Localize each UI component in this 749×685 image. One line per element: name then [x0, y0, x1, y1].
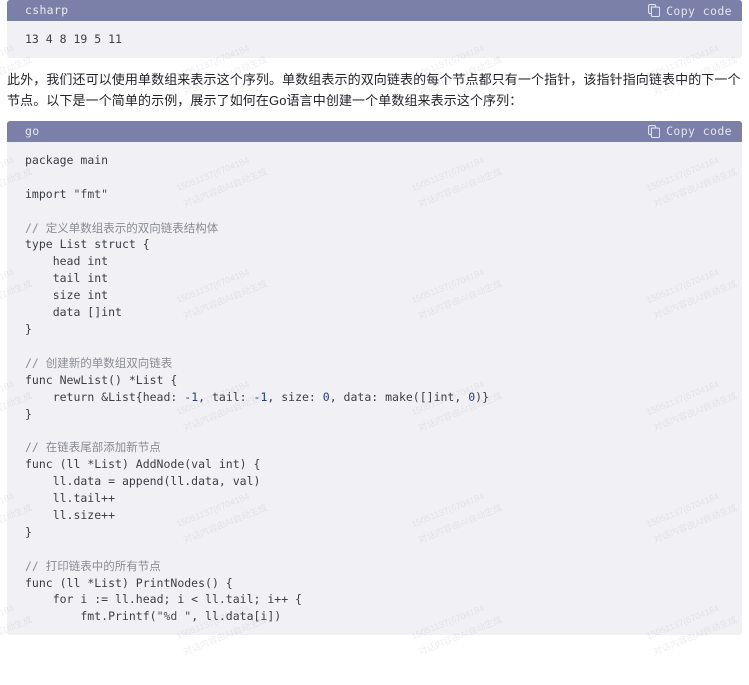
- copy-code-label: Copy code: [666, 124, 732, 139]
- code-block-csharp: csharp Copy code 13 4 8 19 5 11: [7, 0, 742, 58]
- copy-code-button-csharp[interactable]: Copy code: [648, 4, 732, 18]
- code-block-header-csharp: csharp Copy code: [7, 0, 742, 21]
- code-block-body-go: package main import "fmt" // 定义单数组表示的双向链…: [7, 141, 742, 636]
- copy-code-button-go[interactable]: Copy code: [648, 124, 732, 138]
- copy-icon: [648, 124, 661, 138]
- answer-paragraph: 此外，我们还可以使用单数组来表示这个序列。单数组表示的双向链表的每个节点都只有一…: [7, 71, 741, 108]
- code-content-csharp[interactable]: 13 4 8 19 5 11: [7, 31, 742, 48]
- code-language-label: csharp: [25, 3, 69, 17]
- code-content-go[interactable]: package main import "fmt" // 定义单数组表示的双向链…: [7, 152, 742, 625]
- code-language-label: go: [25, 123, 40, 138]
- code-block-body-csharp: 13 4 8 19 5 11: [7, 21, 742, 58]
- code-block-header-go: go Copy code: [7, 120, 742, 142]
- copy-code-label: Copy code: [666, 3, 732, 18]
- copy-icon: [648, 4, 661, 17]
- code-block-go: go Copy code package main import "fmt" /…: [7, 120, 742, 636]
- chat-answer-page: csharp Copy code 13 4 8 19 5 11 此外，我们还可以…: [0, 0, 749, 685]
